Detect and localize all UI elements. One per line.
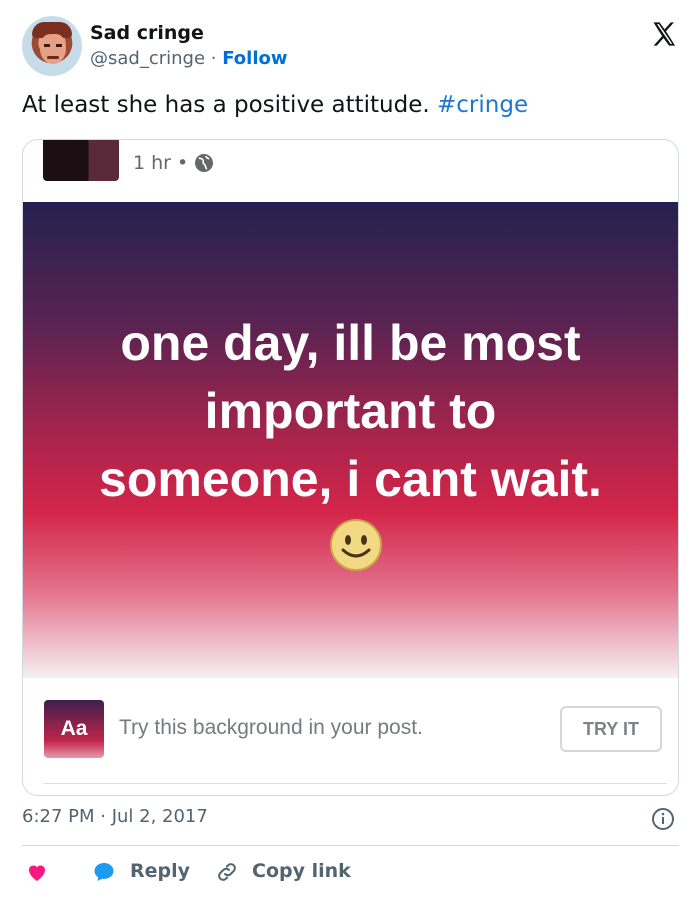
tweet-timestamp[interactable]: 6:27 PM · Jul 2, 2017 bbox=[22, 806, 208, 827]
promo-text: Try this background in your post. bbox=[119, 716, 423, 739]
action-bar: Reply Copy link bbox=[22, 852, 679, 892]
post-line-3: someone, i cant wait. bbox=[99, 451, 602, 507]
embedded-image[interactable]: 1 hr • one day, ill be most important to… bbox=[22, 139, 679, 796]
x-logo-icon[interactable] bbox=[650, 20, 678, 48]
post-avatar bbox=[43, 140, 119, 181]
tweet-body: At least she has a positive attitude. bbox=[22, 92, 438, 118]
smiley-icon bbox=[330, 519, 382, 571]
display-name[interactable]: Sad cringe bbox=[90, 22, 204, 44]
handle-row: @sad_cringe · Follow bbox=[90, 48, 288, 69]
link-icon[interactable] bbox=[215, 860, 239, 884]
tweet-header: Sad cringe @sad_cringe · Follow bbox=[22, 16, 682, 78]
post-line-2: important to bbox=[204, 383, 497, 439]
tweet-text: At least she has a positive attitude. #c… bbox=[22, 92, 528, 118]
aa-badge: Aa bbox=[44, 700, 104, 758]
try-it-button[interactable]: TRY IT bbox=[560, 706, 662, 752]
handle[interactable]: @sad_cringe bbox=[90, 48, 205, 69]
background-post: one day, ill be most important to someon… bbox=[23, 202, 678, 678]
avatar[interactable] bbox=[22, 16, 82, 76]
background-promo: Aa Try this background in your post. TRY… bbox=[23, 678, 678, 795]
reply-bubble-icon[interactable] bbox=[92, 860, 116, 884]
hashtag-link[interactable]: #cringe bbox=[437, 92, 528, 118]
meta-dot: • bbox=[176, 152, 189, 174]
post-line-1: one day, ill be most bbox=[120, 315, 581, 371]
promo-divider bbox=[43, 783, 667, 784]
post-header: 1 hr • bbox=[23, 140, 678, 202]
post-time: 1 hr bbox=[133, 152, 171, 174]
separator: · bbox=[205, 48, 223, 69]
copy-link-label[interactable]: Copy link bbox=[252, 860, 351, 882]
heart-icon[interactable] bbox=[25, 860, 49, 884]
follow-button[interactable]: Follow bbox=[222, 48, 287, 69]
divider bbox=[22, 845, 679, 846]
info-icon[interactable] bbox=[651, 807, 675, 831]
globe-icon bbox=[195, 154, 214, 172]
post-meta: 1 hr • bbox=[133, 152, 214, 174]
reply-label[interactable]: Reply bbox=[130, 860, 190, 882]
